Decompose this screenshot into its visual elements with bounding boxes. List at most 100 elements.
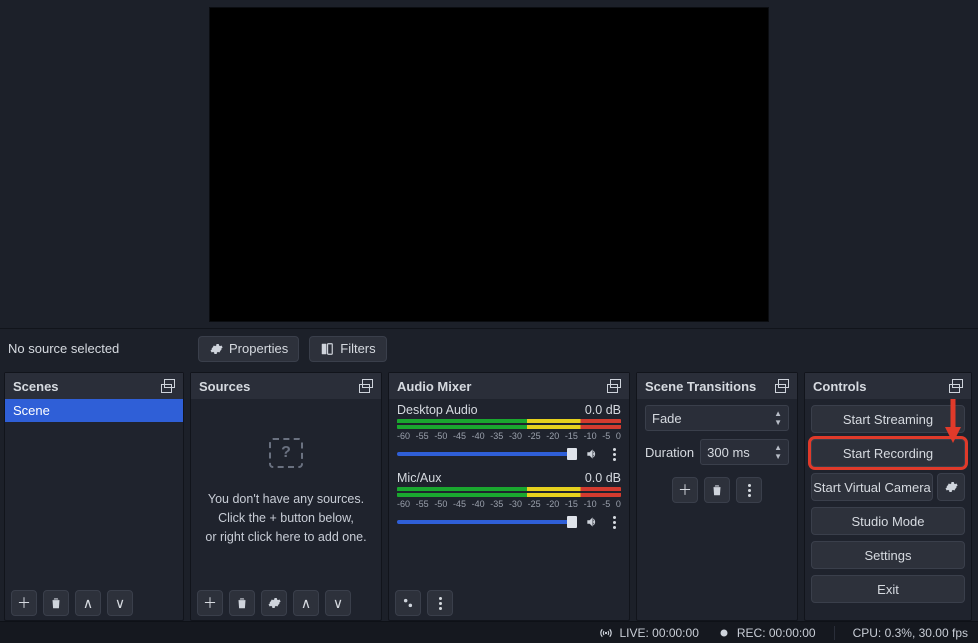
sources-empty-line: Click the + button below, (218, 509, 354, 528)
status-live: LIVE: 00:00:00 (599, 626, 698, 640)
studio-mode-button[interactable]: Studio Mode (811, 507, 965, 535)
properties-label: Properties (229, 341, 288, 356)
source-toolbar: No source selected Properties Filters (0, 328, 978, 368)
status-cpu: CPU: 0.3%, 30.00 fps (853, 626, 968, 640)
scenes-list[interactable]: Scene (5, 399, 183, 586)
scenes-header: Scenes (5, 373, 183, 399)
popout-icon[interactable] (775, 379, 789, 393)
scene-down-button[interactable]: ∨ (107, 590, 133, 616)
channel-level: 0.0 dB (585, 471, 621, 485)
gears-icon (401, 596, 415, 610)
controls-panel: Controls Start Streaming Start Recording… (804, 372, 972, 621)
audio-mixer-panel: Audio Mixer Desktop Audio 0.0 dB -60-55-… (388, 372, 630, 621)
sources-title: Sources (199, 379, 250, 394)
duration-value: 300 ms (707, 445, 750, 460)
gear-icon (267, 596, 281, 610)
no-source-label: No source selected (8, 341, 188, 356)
controls-body: Start Streaming Start Recording Start Vi… (805, 399, 971, 620)
filters-icon (320, 342, 334, 356)
volume-slider[interactable] (397, 520, 577, 524)
speaker-icon[interactable] (585, 447, 599, 461)
speaker-icon[interactable] (585, 515, 599, 529)
source-settings-button[interactable] (261, 590, 287, 616)
filters-button[interactable]: Filters (309, 336, 386, 362)
preview-area (0, 0, 978, 328)
duration-input[interactable]: 300 ms ▲▼ (700, 439, 789, 465)
trash-icon (49, 596, 63, 610)
remove-transition-button[interactable] (704, 477, 730, 503)
channel-menu-button[interactable] (607, 448, 621, 461)
duration-label: Duration (645, 445, 694, 460)
scenes-title: Scenes (13, 379, 59, 394)
sources-empty: ? You don't have any sources. Click the … (191, 399, 381, 586)
start-streaming-button[interactable]: Start Streaming (811, 405, 965, 433)
mixer-footer (389, 586, 629, 620)
add-transition-button[interactable]: ＋ (672, 477, 698, 503)
settings-button[interactable]: Settings (811, 541, 965, 569)
channel-name: Desktop Audio (397, 403, 478, 417)
status-rec: REC: 00:00:00 (717, 626, 816, 640)
gear-icon (209, 342, 223, 356)
channel-menu-button[interactable] (607, 516, 621, 529)
spinner-icon: ▲▼ (774, 444, 782, 461)
transitions-panel: Scene Transitions Fade ▲▼ Duration 300 m… (636, 372, 798, 621)
sources-header: Sources (191, 373, 381, 399)
source-up-button[interactable]: ∧ (293, 590, 319, 616)
broadcast-icon (599, 626, 613, 640)
add-source-button[interactable]: ＋ (197, 590, 223, 616)
mixer-title: Audio Mixer (397, 379, 471, 394)
volume-slider[interactable] (397, 452, 577, 456)
preview-canvas[interactable] (209, 7, 769, 322)
filters-label: Filters (340, 341, 375, 356)
question-icon: ? (269, 438, 303, 468)
virtual-camera-settings-button[interactable] (937, 473, 965, 501)
mixer-menu-button[interactable] (427, 590, 453, 616)
sources-empty-line: You don't have any sources. (208, 490, 364, 509)
gear-icon (944, 480, 958, 494)
scene-item[interactable]: Scene (5, 399, 183, 422)
trash-icon (710, 483, 724, 497)
sources-footer: ＋ ∧ ∨ (191, 586, 381, 620)
channel-meter (397, 419, 621, 429)
meter-ticks: -60-55-50-45-40-35-30-25-20-15-10-50 (397, 499, 621, 509)
transitions-body: Fade ▲▼ Duration 300 ms ▲▼ ＋ (637, 399, 797, 620)
sources-empty-line: or right click here to add one. (205, 528, 366, 547)
advanced-audio-button[interactable] (395, 590, 421, 616)
mixer-channel: Desktop Audio 0.0 dB -60-55-50-45-40-35-… (397, 403, 621, 461)
popout-icon[interactable] (161, 379, 175, 393)
channel-name: Mic/Aux (397, 471, 441, 485)
popout-icon[interactable] (949, 379, 963, 393)
start-virtual-camera-button[interactable]: Start Virtual Camera (811, 473, 933, 501)
start-recording-button[interactable]: Start Recording (811, 439, 965, 467)
dock-row: Scenes Scene ＋ ∧ ∨ Sources ? You don't h… (0, 368, 978, 621)
dots-vertical-icon (433, 597, 447, 610)
popout-icon[interactable] (607, 379, 621, 393)
popout-icon[interactable] (359, 379, 373, 393)
mixer-channel: Mic/Aux 0.0 dB -60-55-50-45-40-35-30-25-… (397, 471, 621, 529)
add-scene-button[interactable]: ＋ (11, 590, 37, 616)
properties-button[interactable]: Properties (198, 336, 299, 362)
meter-ticks: -60-55-50-45-40-35-30-25-20-15-10-50 (397, 431, 621, 441)
trash-icon (235, 596, 249, 610)
controls-title: Controls (813, 379, 866, 394)
transitions-title: Scene Transitions (645, 379, 756, 394)
status-bar: LIVE: 00:00:00 REC: 00:00:00 CPU: 0.3%, … (0, 621, 978, 643)
mixer-body: Desktop Audio 0.0 dB -60-55-50-45-40-35-… (389, 399, 629, 586)
scene-up-button[interactable]: ∧ (75, 590, 101, 616)
sources-list[interactable]: ? You don't have any sources. Click the … (191, 399, 381, 586)
exit-button[interactable]: Exit (811, 575, 965, 603)
channel-meter (397, 487, 621, 497)
source-down-button[interactable]: ∨ (325, 590, 351, 616)
scenes-footer: ＋ ∧ ∨ (5, 586, 183, 620)
record-icon (717, 626, 731, 640)
transition-select[interactable]: Fade ▲▼ (645, 405, 789, 431)
scenes-panel: Scenes Scene ＋ ∧ ∨ (4, 372, 184, 621)
transition-selected: Fade (652, 411, 682, 426)
mixer-header: Audio Mixer (389, 373, 629, 399)
sources-panel: Sources ? You don't have any sources. Cl… (190, 372, 382, 621)
transitions-header: Scene Transitions (637, 373, 797, 399)
transition-menu-button[interactable] (736, 477, 762, 503)
remove-source-button[interactable] (229, 590, 255, 616)
spinner-icon: ▲▼ (774, 410, 782, 427)
remove-scene-button[interactable] (43, 590, 69, 616)
